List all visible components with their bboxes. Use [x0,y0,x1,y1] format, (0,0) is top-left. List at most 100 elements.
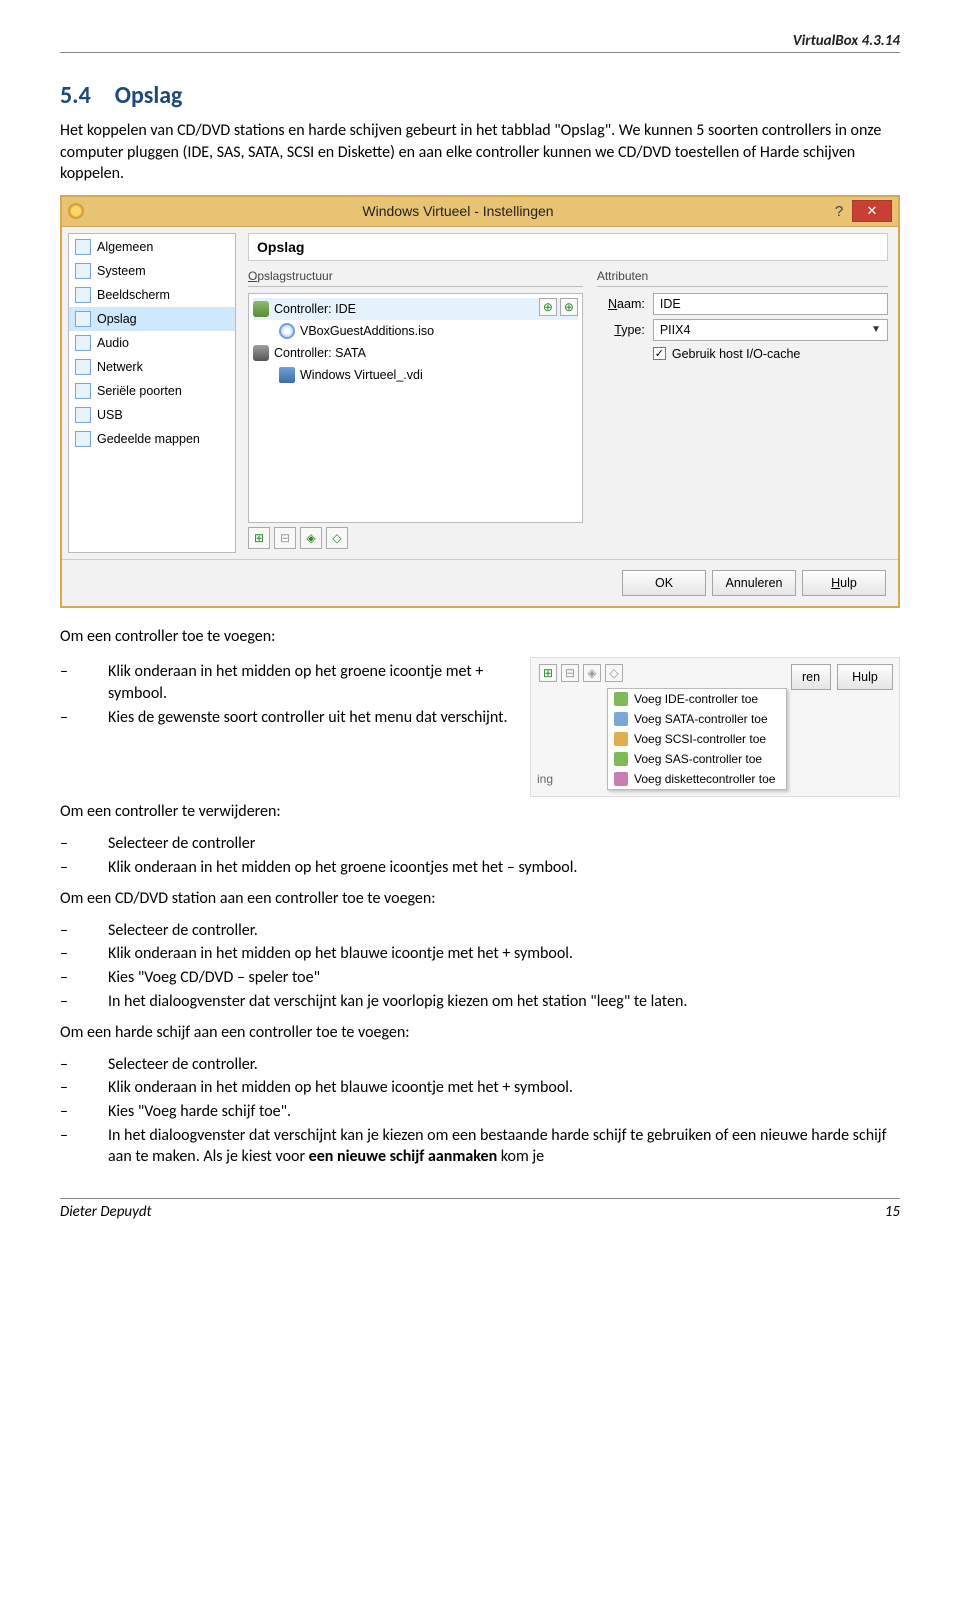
cancel-button-fragment[interactable]: ren [791,664,831,690]
add-hdd-heading: Om een harde schijf aan een controller t… [60,1022,900,1044]
list-item: –Selecteer de controller. [60,1054,900,1076]
list-item: –Klik onderaan in het midden op het groe… [60,857,900,879]
sidebar-item-beeldscherm[interactable]: Beeldscherm [69,283,235,307]
display-icon [75,287,91,303]
remove-controller-heading: Om een controller te verwijderen: [60,801,900,823]
list-item: –In het dialoogvenster dat verschijnt ka… [60,991,900,1013]
add-controller-heading: Om een controller toe te voegen: [60,626,900,648]
sidebar-item-opslag[interactable]: Opslag [69,307,235,331]
titlebar-help-button[interactable]: ? [826,203,852,220]
sidebar-item-label: Algemeen [97,240,153,254]
sidebar-item-usb[interactable]: USB [69,403,235,427]
bold-text: een nieuwe schijf aanmaken [309,1147,497,1166]
remove-attachment-icon[interactable]: ◇ [326,527,348,549]
tree-label: Controller: SATA [274,346,366,360]
name-input[interactable]: IDE [653,293,888,315]
monitor-icon [75,239,91,255]
page-header: VirtualBox 4.3.14 [60,32,900,53]
controller-menu-popup: ⊞ ⊟ ◈ ◇ ren Hulp Voeg IDE-controller toe… [530,657,900,797]
usb-icon [75,407,91,423]
list-item-text: Kies de gewenste soort controller uit he… [108,707,508,729]
add-attachment-icon[interactable]: ◈ [583,664,601,682]
list-item: –Klik onderaan in het midden op het blau… [60,943,900,965]
list-item-text: Kies "Voeg harde schijf toe". [108,1101,291,1123]
sidebar-item-systeem[interactable]: Systeem [69,259,235,283]
menu-item-scsi[interactable]: Voeg SCSI-controller toe [608,729,786,749]
cancel-button[interactable]: Annuleren [712,570,796,596]
tree-controller-ide[interactable]: Controller: IDE [253,298,578,320]
controller-type-menu: Voeg IDE-controller toe Voeg SATA-contro… [607,688,787,790]
menu-item-ide[interactable]: Voeg IDE-controller toe [608,689,786,709]
ide-icon [614,692,628,706]
sidebar-item-gedeelde-mappen[interactable]: Gedeelde mappen [69,427,235,451]
name-label: Naam: [597,297,645,311]
add-cd-icon[interactable]: ⊕ [539,298,557,316]
menu-item-diskette[interactable]: Voeg diskettecontroller toe [608,769,786,789]
titlebar: Windows Virtueel - Instellingen ? ✕ [62,197,898,227]
page-footer: Dieter Depuydt 15 [60,1198,900,1221]
list-item: –In het dialoogvenster dat verschijnt ka… [60,1125,900,1168]
tree-ide-disc[interactable]: VBoxGuestAdditions.iso [253,320,578,342]
footer-author: Dieter Depuydt [60,1203,152,1221]
cd-icon [279,323,295,339]
type-value: PIIX4 [660,323,691,337]
remove-controller-icon[interactable]: ⊟ [561,664,579,682]
add-controller-icon[interactable]: ⊞ [539,664,557,682]
add-cddvd-heading: Om een CD/DVD station aan een controller… [60,888,900,910]
ok-button[interactable]: OK [622,570,706,596]
sata-icon [614,712,628,726]
remove-attachment-icon[interactable]: ◇ [605,664,623,682]
add-attachment-icon[interactable]: ◈ [300,527,322,549]
scsi-icon [614,732,628,746]
list-item: –Kies "Voeg harde schijf toe". [60,1101,900,1123]
tree-sata-disk[interactable]: Windows Virtueel_.vdi [253,364,578,386]
intro-paragraph: Het koppelen van CD/DVD stations en hard… [60,120,900,185]
footer-page-number: 15 [885,1203,900,1221]
menu-item-label: Voeg SATA-controller toe [634,712,768,726]
sidebar-item-label: Netwerk [97,360,143,374]
sidebar-item-seriele-poorten[interactable]: Seriële poorten [69,379,235,403]
help-button[interactable]: Hulp [837,664,893,690]
window-title: Windows Virtueel - Instellingen [90,203,826,219]
list-item-text: Klik onderaan in het midden op het groen… [108,661,516,704]
help-button[interactable]: Hulp [802,570,886,596]
sidebar-item-audio[interactable]: Audio [69,331,235,355]
sidebar-item-label: Beeldscherm [97,288,170,302]
tree-label: Controller: IDE [274,302,356,316]
list-item-text: Klik onderaan in het midden op het blauw… [108,943,573,965]
titlebar-close-button[interactable]: ✕ [852,200,892,222]
list-item: –Kies de gewenste soort controller uit h… [60,707,516,729]
hdd-icon [279,367,295,383]
menu-item-sata[interactable]: Voeg SATA-controller toe [608,709,786,729]
type-select[interactable]: PIIX4▼ [653,319,888,341]
sidebar-item-label: Seriële poorten [97,384,182,398]
list-item-text: kom je [497,1147,544,1166]
attributes-label: Attributen [597,269,888,283]
sas-icon [614,752,628,766]
tree-controller-sata[interactable]: Controller: SATA [253,342,578,364]
list-item-text: Selecteer de controller. [108,920,258,942]
section-number: 5.4 [60,81,91,110]
menu-item-label: Voeg SCSI-controller toe [634,732,766,746]
add-controller-icon[interactable]: ⊞ [248,527,270,549]
sidebar-item-label: Gedeelde mappen [97,432,200,446]
sidebar-item-netwerk[interactable]: Netwerk [69,355,235,379]
type-label: Type: [597,323,645,337]
tree-label: VBoxGuestAdditions.iso [300,324,434,338]
remove-controller-icon[interactable]: ⊟ [274,527,296,549]
gear-icon [68,203,84,219]
menu-item-sas[interactable]: Voeg SAS-controller toe [608,749,786,769]
list-item: –Klik onderaan in het midden op het groe… [60,661,516,704]
folder-icon [75,431,91,447]
settings-window: Windows Virtueel - Instellingen ? ✕ Alge… [60,195,900,608]
add-hdd-icon[interactable]: ⊕ [560,298,578,316]
sidebar-item-label: USB [97,408,123,422]
list-item: –Klik onderaan in het midden op het blau… [60,1077,900,1099]
sidebar-item-algemeen[interactable]: Algemeen [69,235,235,259]
list-item-text: Selecteer de controller [108,833,255,855]
controller-sata-icon [253,345,269,361]
controller-ide-icon [253,301,269,317]
storage-tree[interactable]: ⊕ ⊕ Controller: IDE VBoxGuestAdditions.i… [248,293,583,523]
host-io-cache-checkbox[interactable]: ✓ Gebruik host I/O-cache [653,347,888,361]
list-item-text: Klik onderaan in het midden op het blauw… [108,1077,573,1099]
